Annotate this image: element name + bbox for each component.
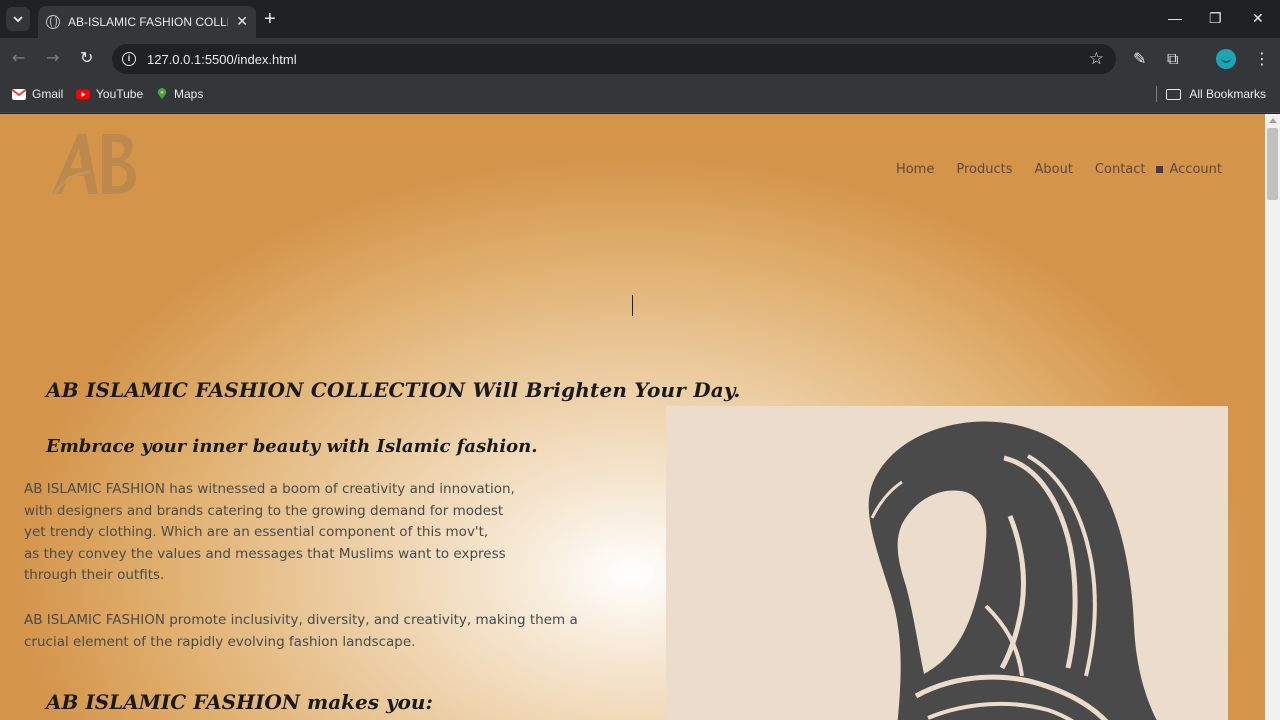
hijab-illustration xyxy=(666,406,1228,720)
hijab-woman-icon xyxy=(868,421,1157,720)
site-info-icon[interactable]: i xyxy=(122,52,136,66)
close-tab-icon[interactable]: ✕ xyxy=(236,15,248,29)
restore-icon[interactable]: ❐ xyxy=(1209,10,1222,27)
scroll-thumb[interactable] xyxy=(1267,128,1278,200)
new-tab-button[interactable]: + xyxy=(264,9,276,29)
paragraph-line: through their outfits. xyxy=(24,567,165,583)
scroll-up-icon[interactable] xyxy=(1269,118,1277,123)
active-tab[interactable]: AB-ISLAMIC FASHION COLLECTION ✕ xyxy=(38,6,256,38)
paragraph-line: yet trendy clothing. Which are an essent… xyxy=(24,524,489,540)
gmail-icon xyxy=(12,88,26,100)
all-bookmarks-button[interactable]: All Bookmarks xyxy=(1166,87,1266,101)
intro-paragraph: AB ISLAMIC FASHION has witnessed a boom … xyxy=(24,479,515,587)
bookmark-label: Maps xyxy=(174,87,204,101)
bookmark-maps[interactable]: Maps xyxy=(156,87,203,101)
nav-home[interactable]: Home xyxy=(896,162,934,177)
reload-icon[interactable]: ↻ xyxy=(80,49,93,67)
page-viewport: Home Products About Contact Account AB I… xyxy=(0,114,1265,720)
folder-icon xyxy=(1166,88,1182,100)
paragraph-line: AB ISLAMIC FASHION has witnessed a boom … xyxy=(24,481,515,497)
nav-contact[interactable]: Contact xyxy=(1095,162,1146,177)
bookmark-label: Gmail xyxy=(32,87,64,101)
hero-subtitle: Embrace your inner beauty with Islamic f… xyxy=(46,436,538,457)
extension-pen-icon[interactable]: ✎ xyxy=(1133,49,1146,68)
makes-you-heading: AB ISLAMIC FASHION makes you: xyxy=(46,690,433,714)
tab-search-button[interactable] xyxy=(6,7,30,31)
nav-account[interactable]: Account xyxy=(1170,162,1223,177)
tab-strip: AB-ISLAMIC FASHION COLLECTION ✕ + — ❐ ✕ xyxy=(0,0,1280,38)
account-icon xyxy=(1155,166,1163,173)
all-bookmarks-label: All Bookmarks xyxy=(1189,87,1266,101)
bookmark-youtube[interactable]: YouTube xyxy=(76,87,143,101)
bookmarks-divider xyxy=(1156,86,1157,102)
profile-avatar[interactable] xyxy=(1216,49,1236,69)
text-cursor xyxy=(632,295,633,316)
bookmarks-bar: Gmail YouTube Maps All Bookmarks xyxy=(0,80,1280,113)
bookmark-star-icon[interactable]: ☆ xyxy=(1089,49,1104,69)
nav-about[interactable]: About xyxy=(1034,162,1072,177)
ab-logo[interactable] xyxy=(50,128,142,198)
hero-title: AB ISLAMIC FASHION COLLECTION Will Brigh… xyxy=(46,378,741,402)
back-icon[interactable]: ← xyxy=(12,49,25,67)
nav-products[interactable]: Products xyxy=(956,162,1012,177)
bookmark-gmail[interactable]: Gmail xyxy=(12,87,63,101)
browser-toolbar: ← → ↻ i 127.0.0.1:5500/index.html ☆ ✎ ⧉ … xyxy=(0,38,1280,80)
extensions-puzzle-icon[interactable]: ⧉ xyxy=(1167,49,1178,69)
address-bar[interactable]: i 127.0.0.1:5500/index.html ☆ xyxy=(112,44,1116,74)
paragraph-line: with designers and brands catering to th… xyxy=(24,502,504,519)
window-close-icon[interactable]: ✕ xyxy=(1252,10,1264,27)
site-nav: Home Products About Contact Account xyxy=(874,162,1222,177)
paragraph-line: crucial element of the rapidly evolving … xyxy=(24,633,416,650)
minimize-icon[interactable]: — xyxy=(1168,10,1182,26)
url-text: 127.0.0.1:5500/index.html xyxy=(147,51,297,67)
forward-icon[interactable]: → xyxy=(46,49,59,67)
inclusivity-paragraph: AB ISLAMIC FASHION promote inclusivity, … xyxy=(24,610,578,653)
maps-icon xyxy=(157,88,167,100)
tab-title: AB-ISLAMIC FASHION COLLECTION xyxy=(68,15,228,29)
youtube-icon xyxy=(76,89,90,99)
chevron-down-icon xyxy=(13,16,23,22)
bookmark-label: YouTube xyxy=(96,87,144,101)
paragraph-line: AB ISLAMIC FASHION promote inclusivity, … xyxy=(24,612,578,628)
menu-kebab-icon[interactable]: ⋮ xyxy=(1254,49,1270,68)
page-scrollbar[interactable] xyxy=(1265,114,1280,720)
globe-icon xyxy=(46,15,60,29)
paragraph-line: as they convey the values and messages t… xyxy=(24,545,506,562)
